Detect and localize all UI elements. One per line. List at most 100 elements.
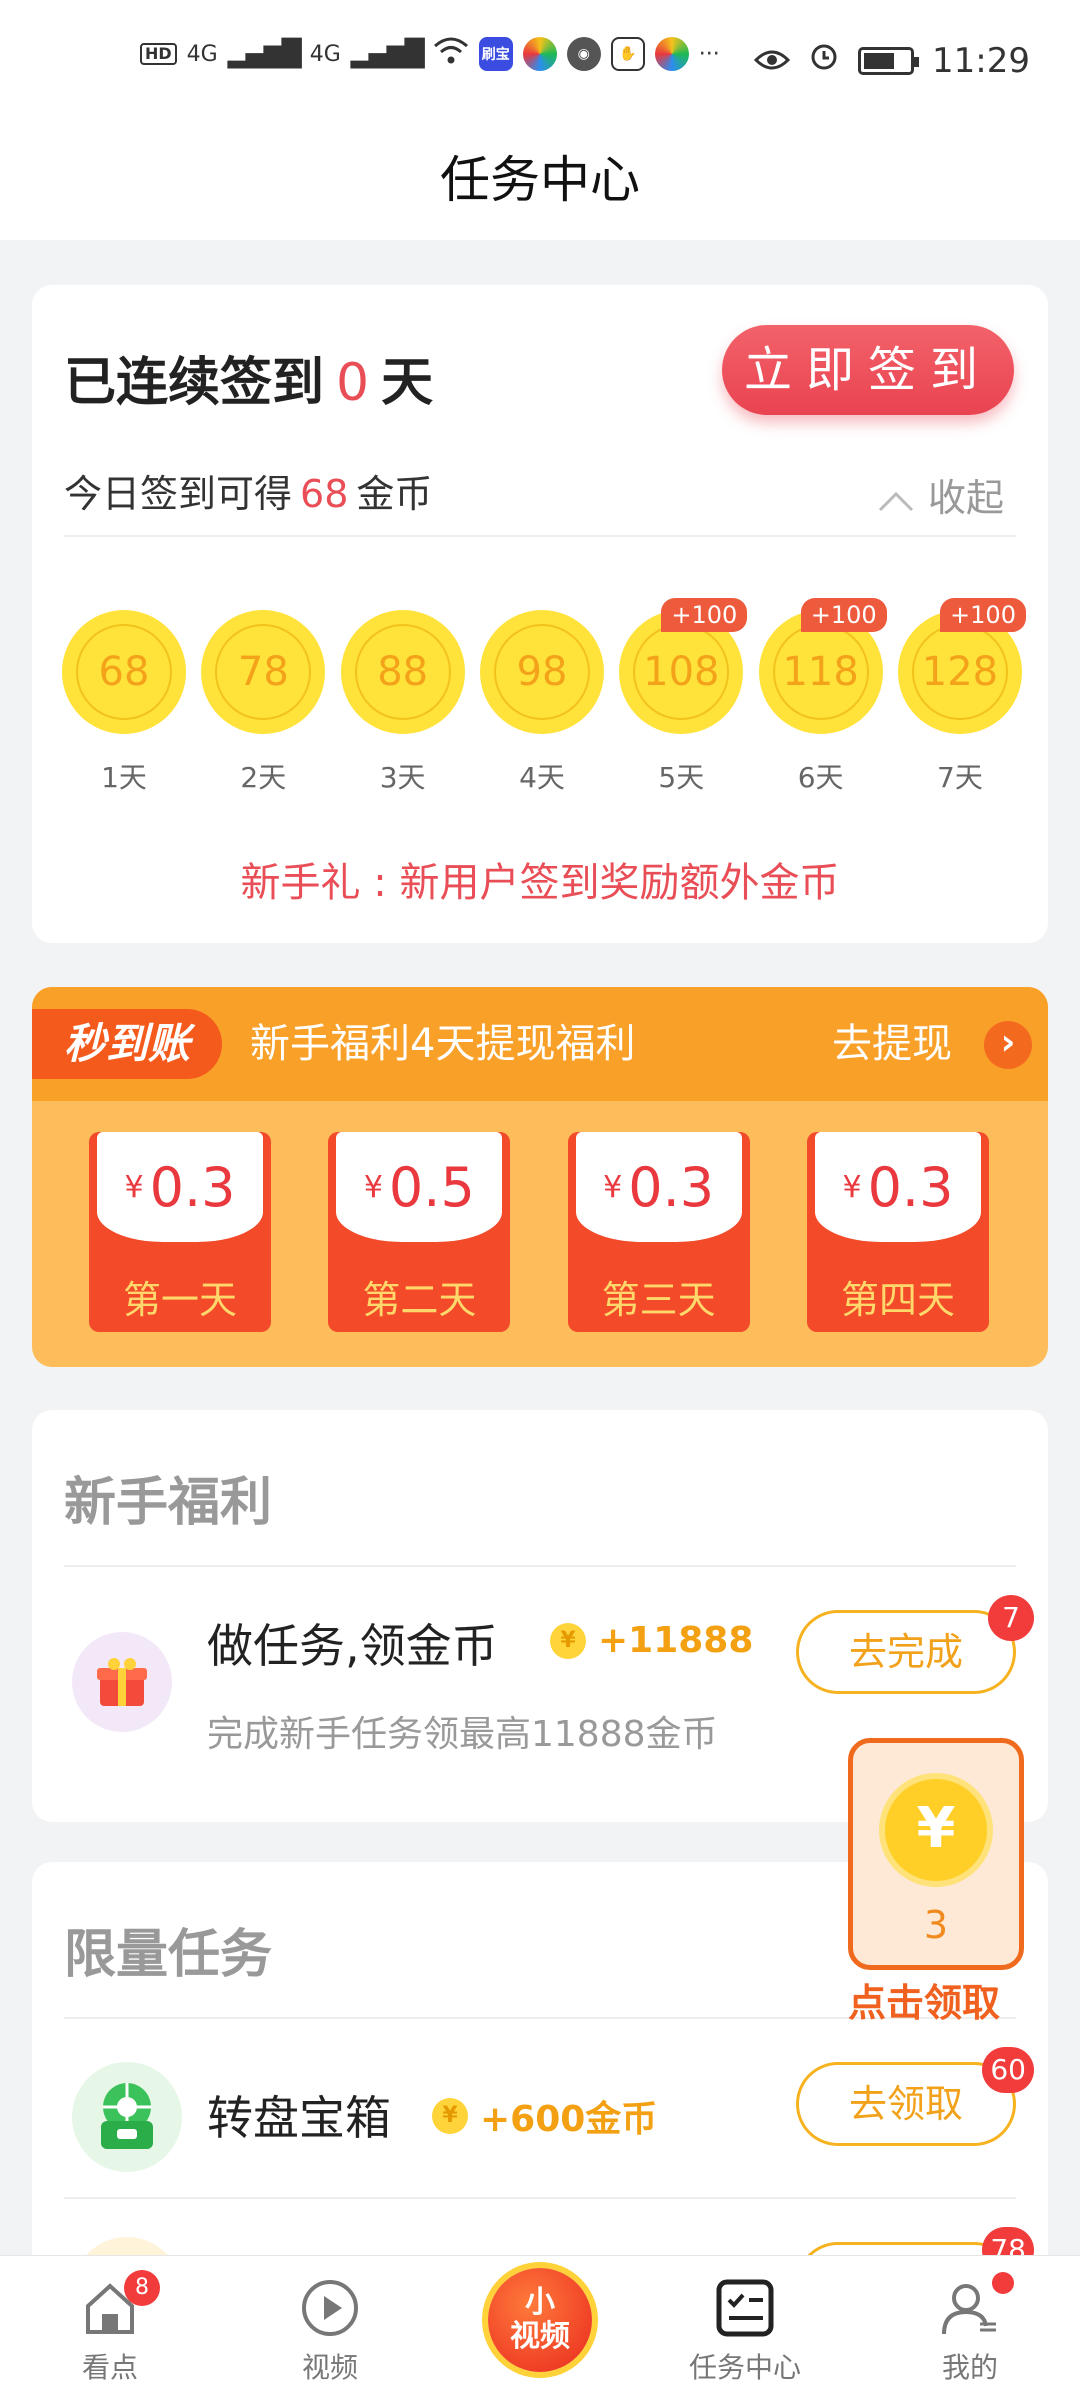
nav-label: 看点: [81, 2351, 138, 2384]
checkin-card: 已连续签到 0 天 立即签到 今日签到可得 68 金币 收起 68 1天 78 2天 8…: [32, 285, 1048, 943]
task-description: 完成新手任务领最高11888金币: [207, 1714, 718, 1755]
day-label: 5天: [658, 761, 705, 794]
red-envelope-day-3[interactable]: ¥0.3 第三天: [567, 1132, 750, 1332]
divider: [64, 1565, 1016, 1567]
hand-icon: ✋: [610, 37, 645, 71]
withdraw-banner: 秒到账 新手福利4天提现福利 去提现 › ¥0.3 第一天 ¥0.5 第二天 ¥…: [32, 987, 1048, 1367]
envelope-label: 第三天: [601, 1278, 716, 1322]
status-bar: HD 4G ▂▄▆█ 4G ▂▄▆█ 刷宝 ◉ ✋ ··· 11:29: [0, 0, 1080, 120]
network-label-2: 4G: [309, 41, 341, 67]
alarm-icon: [808, 40, 840, 81]
status-indicators: HD 4G ▂▄▆█ 4G ▂▄▆█ 刷宝 ◉ ✋ ···: [140, 36, 720, 72]
divider: [64, 535, 1016, 537]
bonus-badge: +100: [940, 598, 1026, 632]
chevron-right-icon[interactable]: ›: [984, 1021, 1032, 1069]
yen-symbol: ¥: [363, 1169, 383, 1205]
day-label: 3天: [379, 761, 426, 794]
coin-icon: ¥: [879, 1773, 993, 1887]
coin-icon: ¥: [432, 2098, 468, 2134]
withdraw-header[interactable]: 秒到账 新手福利4天提现福利 去提现 ›: [32, 987, 1048, 1101]
section-title: 限量任务: [64, 1925, 273, 1985]
collapse-toggle[interactable]: 收起: [876, 467, 1004, 522]
day-coins: 108: [633, 624, 730, 720]
section-title: 新手福利: [64, 1473, 273, 1533]
day-label: 4天: [519, 761, 565, 794]
collapse-label: 收起: [927, 476, 1004, 520]
title-bar: 任务中心: [0, 120, 1080, 240]
floating-claim-widget[interactable]: ¥ 3: [848, 1738, 1024, 1970]
checkin-day-6: 118 +100 6天: [758, 598, 887, 796]
home-icon: 8: [80, 2270, 160, 2338]
amount-value: 0.3: [149, 1155, 236, 1219]
envelope-amount: ¥0.3: [575, 1132, 742, 1242]
status-right: 11:29: [753, 40, 1030, 81]
nav-item-video[interactable]: 视频: [230, 2256, 430, 2400]
envelope-amount: ¥0.5: [336, 1132, 503, 1242]
amount-value: 0.3: [628, 1155, 715, 1219]
shuabao-app-icon: 刷宝: [478, 37, 513, 71]
clock: 11:29: [932, 40, 1030, 81]
today-prefix: 今日签到可得: [64, 472, 293, 516]
nav-item-task-center[interactable]: 任务中心: [645, 2256, 845, 2400]
today-coins: 68: [300, 472, 349, 516]
checkin-day-2: 78 2天: [201, 610, 326, 796]
nav-badge: 8: [124, 2270, 160, 2306]
wifi-icon: [433, 36, 469, 72]
complete-task-button[interactable]: 去完成: [796, 1610, 1016, 1694]
sign-in-button[interactable]: 立即签到: [722, 325, 1014, 415]
checkin-days: 68 1天 78 2天 88 3天 98 4天 108 +100 5天 118 …: [62, 598, 1026, 796]
day-coins: 128: [911, 624, 1008, 720]
new-user-note: 新手礼 : 新用户签到奖励额外金币: [240, 860, 840, 906]
red-envelope-day-4[interactable]: ¥0.3 第四天: [806, 1132, 989, 1332]
center-text-top: 小: [525, 2285, 555, 2320]
battery-icon: [858, 46, 920, 75]
red-envelope-day-2[interactable]: ¥0.5 第二天: [328, 1132, 511, 1332]
hd-icon: HD: [140, 43, 177, 65]
day-coins: 118: [772, 624, 869, 720]
task-reward: ¥ +11888: [550, 1620, 753, 1661]
app-icon: [522, 37, 557, 71]
yen-symbol: ¥: [842, 1169, 862, 1205]
claim-label[interactable]: 点击领取: [848, 1972, 1068, 2027]
short-video-button[interactable]: 小 视频: [488, 2268, 592, 2372]
withdraw-title: 新手福利4天提现福利: [250, 1021, 636, 1067]
reward-value: +600金币: [480, 2099, 658, 2140]
day-coins: 78: [215, 624, 312, 720]
task-title: 转盘宝箱: [207, 2091, 391, 2145]
streak-days: 0: [336, 353, 370, 413]
withdraw-link[interactable]: 去提现: [832, 987, 952, 1101]
checkin-day-7: 128 +100 7天: [897, 598, 1026, 796]
day-coins: 88: [354, 624, 451, 720]
nav-label: 任务中心: [688, 2351, 801, 2384]
eye-icon: [753, 41, 791, 81]
coin-icon: 98: [479, 610, 604, 734]
notification-dot: [992, 2272, 1014, 2294]
nav-item-mine[interactable]: 我的: [870, 2256, 1070, 2400]
amount-value: 0.5: [388, 1155, 475, 1219]
instant-tag: 秒到账: [32, 1009, 222, 1079]
day-label: 7天: [937, 761, 983, 794]
day-label: 6天: [797, 761, 844, 794]
coin-icon: 88: [340, 610, 465, 734]
amount-value: 0.3: [867, 1155, 954, 1219]
checkin-day-1: 68 1天: [62, 610, 186, 796]
nav-label: 我的: [941, 2351, 998, 2384]
today-reward: 今日签到可得 68 金币: [64, 463, 432, 518]
nav-item-kandian[interactable]: 8 看点: [10, 2256, 210, 2400]
wheel-chest-icon: [72, 2062, 182, 2172]
reward-value: +11888: [598, 1620, 754, 1661]
more-icon: ···: [698, 41, 720, 67]
streak-suffix: 天: [381, 353, 434, 413]
checkin-day-3: 88 3天: [340, 610, 465, 796]
envelope-amount: ¥0.3: [814, 1132, 981, 1242]
coin-icon: 68: [62, 610, 186, 734]
today-suffix: 金币: [356, 472, 433, 516]
envelope-label: 第四天: [840, 1278, 955, 1322]
task-count-badge: 7: [988, 1595, 1034, 1641]
signal-icon: ▂▄▆█: [227, 39, 302, 69]
nav-label: 视频: [301, 2351, 358, 2384]
envelope-label: 第一天: [122, 1278, 237, 1322]
gift-icon: [72, 1632, 172, 1732]
red-envelope-day-1[interactable]: ¥0.3 第一天: [89, 1132, 271, 1332]
task-count-badge: 60: [982, 2047, 1034, 2093]
